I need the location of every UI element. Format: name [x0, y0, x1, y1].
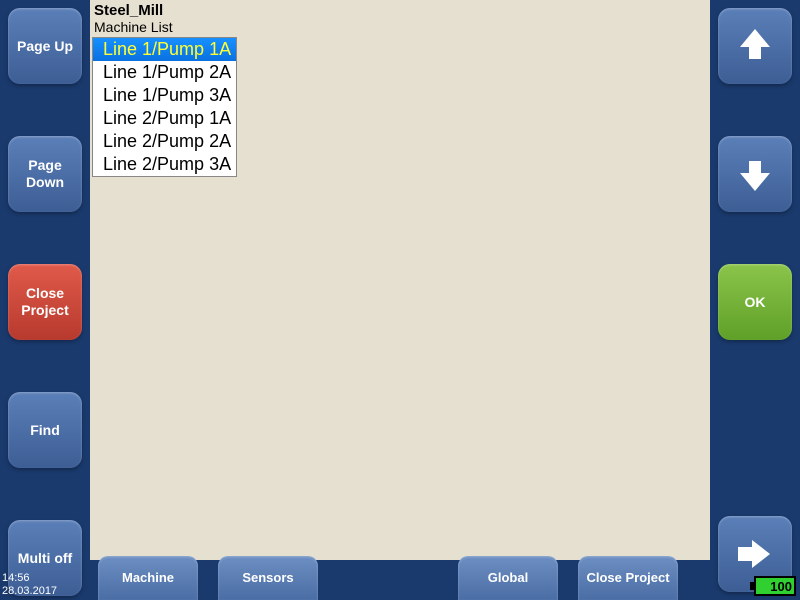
date-text: 28.03.2017 — [2, 585, 57, 598]
close-project-label: Close Project — [8, 285, 82, 319]
close-project-tab-button[interactable]: Close Project — [578, 556, 678, 600]
global-tab-label: Global — [488, 571, 528, 585]
list-item[interactable]: Line 1/Pump 2A — [93, 61, 236, 84]
list-item[interactable]: Line 2/Pump 3A — [93, 153, 236, 176]
global-tab-button[interactable]: Global — [458, 556, 558, 600]
arrow-up-button[interactable] — [718, 8, 792, 84]
close-project-button[interactable]: Close Project — [8, 264, 82, 340]
arrow-down-button[interactable] — [718, 136, 792, 212]
list-item[interactable]: Line 1/Pump 1A — [93, 38, 236, 61]
list-item[interactable]: Line 1/Pump 3A — [93, 84, 236, 107]
sensors-tab-button[interactable]: Sensors — [218, 556, 318, 600]
multi-off-label: Multi off — [18, 550, 72, 567]
ok-label: OK — [745, 294, 766, 311]
ok-button[interactable]: OK — [718, 264, 792, 340]
project-title: Steel_Mill — [90, 0, 710, 19]
content-panel: Steel_Mill Machine List Line 1/Pump 1ALi… — [90, 0, 710, 560]
machine-list-label: Machine List — [90, 19, 710, 37]
arrow-up-icon — [740, 31, 770, 61]
machine-tab-button[interactable]: Machine — [98, 556, 198, 600]
find-button[interactable]: Find — [8, 392, 82, 468]
battery-icon: 100 — [754, 576, 796, 596]
find-label: Find — [30, 422, 60, 439]
page-down-label: Page Down — [8, 157, 82, 191]
machine-list[interactable]: Line 1/Pump 1ALine 1/Pump 2ALine 1/Pump … — [92, 37, 237, 177]
right-sidebar: OK — [710, 0, 800, 600]
arrow-right-icon — [738, 542, 772, 566]
machine-tab-label: Machine — [122, 571, 174, 585]
list-item[interactable]: Line 2/Pump 2A — [93, 130, 236, 153]
bottom-toolbar: Machine Sensors Global Close Project — [90, 556, 710, 600]
page-up-button[interactable]: Page Up — [8, 8, 82, 84]
list-item[interactable]: Line 2/Pump 1A — [93, 107, 236, 130]
battery-value: 100 — [770, 579, 792, 594]
page-up-label: Page Up — [17, 38, 73, 55]
page-down-button[interactable]: Page Down — [8, 136, 82, 212]
battery-status: 100 — [754, 576, 796, 596]
time-text: 14:56 — [2, 572, 57, 585]
close-project-tab-label: Close Project — [586, 571, 669, 585]
datetime-status: 14:56 28.03.2017 — [2, 572, 57, 598]
left-sidebar: Page Up Page Down Close Project Find Mul… — [0, 0, 90, 600]
arrow-down-icon — [740, 159, 770, 189]
sensors-tab-label: Sensors — [242, 571, 293, 585]
